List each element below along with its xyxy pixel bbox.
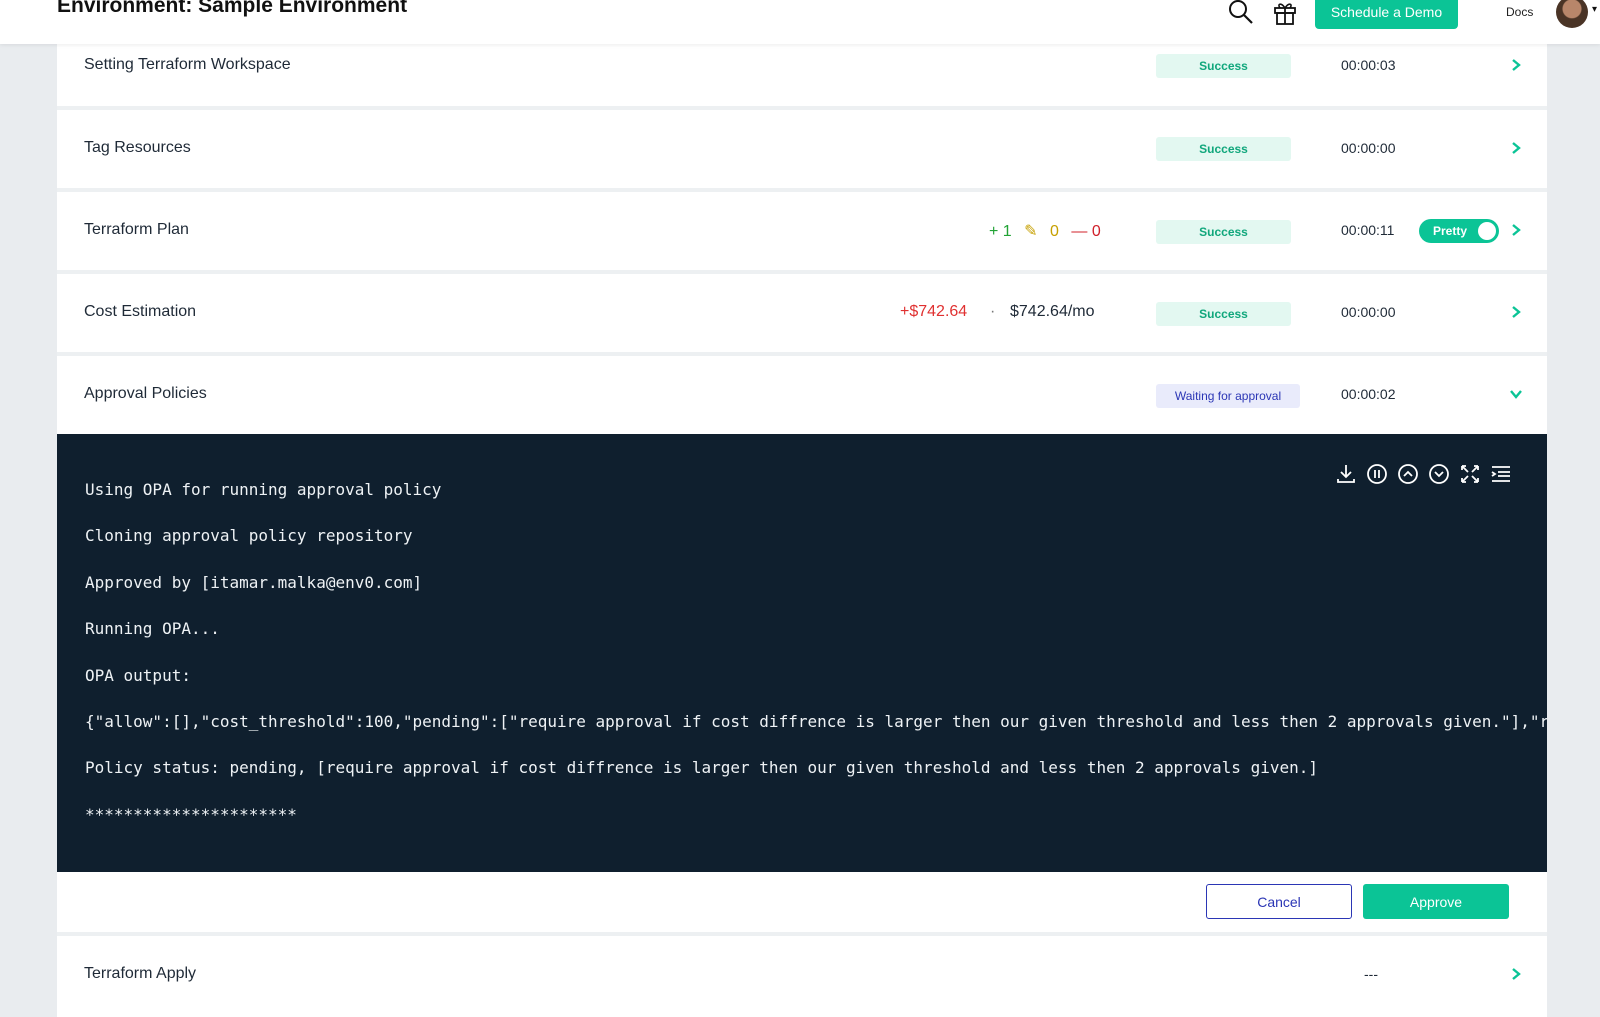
approval-actions: Cancel Approve <box>57 872 1547 936</box>
log-line: Policy status: pending, [require approva… <box>85 758 1318 777</box>
toggle-knob <box>1478 222 1496 240</box>
chevron-right-icon[interactable] <box>1509 223 1523 237</box>
resources-added: + 1 <box>989 223 1012 240</box>
toggle-label: Pretty <box>1433 224 1468 238</box>
step-row-setting-workspace[interactable]: Setting Terraform Workspace Success 00:0… <box>57 44 1547 110</box>
log-line: Cloning approval policy repository <box>85 526 413 545</box>
log-viewer[interactable]: Using OPA for running approval policy Cl… <box>57 434 1547 872</box>
log-line: Approved by [itamar.malka@env0.com] <box>85 573 423 592</box>
step-duration: 00:00:00 <box>1341 140 1396 156</box>
step-row-tag-resources[interactable]: Tag Resources Success 00:00:00 <box>57 110 1547 192</box>
step-label: Setting Terraform Workspace <box>84 56 291 73</box>
status-badge: Success <box>1156 54 1291 78</box>
expand-icon[interactable] <box>1458 462 1482 486</box>
deployment-steps-panel: Setting Terraform Workspace Success 00:0… <box>57 44 1547 1017</box>
docs-link[interactable]: Docs <box>1506 5 1533 19</box>
log-line: ********************** <box>85 805 297 824</box>
resources-changed: ✎ 0 <box>1024 223 1059 240</box>
resources-destroyed: — 0 <box>1071 223 1101 240</box>
approve-button[interactable]: Approve <box>1363 884 1509 919</box>
cost-delta: +$742.64 <box>900 303 968 320</box>
step-label: Terraform Plan <box>84 221 189 238</box>
search-icon[interactable] <box>1228 0 1254 26</box>
step-row-terraform-apply[interactable]: Terraform Apply --- <box>57 936 1547 1017</box>
step-duration: --- <box>1364 966 1378 982</box>
step-duration: 00:00:03 <box>1341 57 1396 73</box>
step-row-cost-estimation[interactable]: Cost Estimation +$742.64 · $742.64/mo Su… <box>57 274 1547 356</box>
chevron-right-icon[interactable] <box>1509 141 1523 155</box>
wrap-lines-icon[interactable] <box>1489 462 1513 486</box>
status-badge: Success <box>1156 220 1291 244</box>
cancel-button[interactable]: Cancel <box>1206 884 1352 919</box>
chevron-right-icon[interactable] <box>1509 967 1523 981</box>
download-icon[interactable] <box>1334 462 1358 486</box>
status-badge: Success <box>1156 137 1291 161</box>
cost-total: $742.64/mo <box>1010 303 1095 320</box>
step-label: Approval Policies <box>84 385 207 402</box>
log-line: {"allow":[],"cost_threshold":100,"pendin… <box>85 712 1547 731</box>
step-label: Tag Resources <box>84 139 191 156</box>
log-line: Running OPA... <box>85 619 220 638</box>
plan-change-counts: + 1 ✎ 0 — 0 <box>989 221 1109 241</box>
top-bar: Environment: Sample Environment Schedule… <box>0 0 1600 44</box>
cost-separator: · <box>990 303 996 320</box>
chevron-down-icon[interactable]: ▾ <box>1592 4 1597 15</box>
pencil-icon: ✎ <box>1024 223 1038 240</box>
step-label: Cost Estimation <box>84 303 197 320</box>
status-badge: Waiting for approval <box>1156 384 1300 408</box>
pause-icon[interactable] <box>1365 462 1389 486</box>
avatar[interactable] <box>1556 0 1588 28</box>
step-duration: 00:00:00 <box>1341 304 1396 320</box>
page-title: Environment: Sample Environment <box>57 0 408 17</box>
status-badge: Success <box>1156 302 1291 326</box>
step-duration: 00:00:11 <box>1341 222 1395 238</box>
step-row-approval-policies[interactable]: Approval Policies Waiting for approval 0… <box>57 356 1547 434</box>
gift-icon[interactable] <box>1272 0 1298 26</box>
log-line: Using OPA for running approval policy <box>85 480 442 499</box>
chevron-down-icon[interactable] <box>1509 387 1523 401</box>
scroll-up-icon[interactable] <box>1396 462 1420 486</box>
scroll-down-icon[interactable] <box>1427 462 1451 486</box>
schedule-demo-button[interactable]: Schedule a Demo <box>1315 0 1458 29</box>
chevron-right-icon[interactable] <box>1509 58 1523 72</box>
step-row-terraform-plan[interactable]: Terraform Plan + 1 ✎ 0 — 0 Success 00:00… <box>57 192 1547 274</box>
log-line: OPA output: <box>85 666 191 685</box>
pretty-toggle[interactable]: Pretty <box>1419 219 1499 243</box>
step-label: Terraform Apply <box>84 965 197 982</box>
chevron-right-icon[interactable] <box>1509 305 1523 319</box>
step-duration: 00:00:02 <box>1341 386 1396 402</box>
